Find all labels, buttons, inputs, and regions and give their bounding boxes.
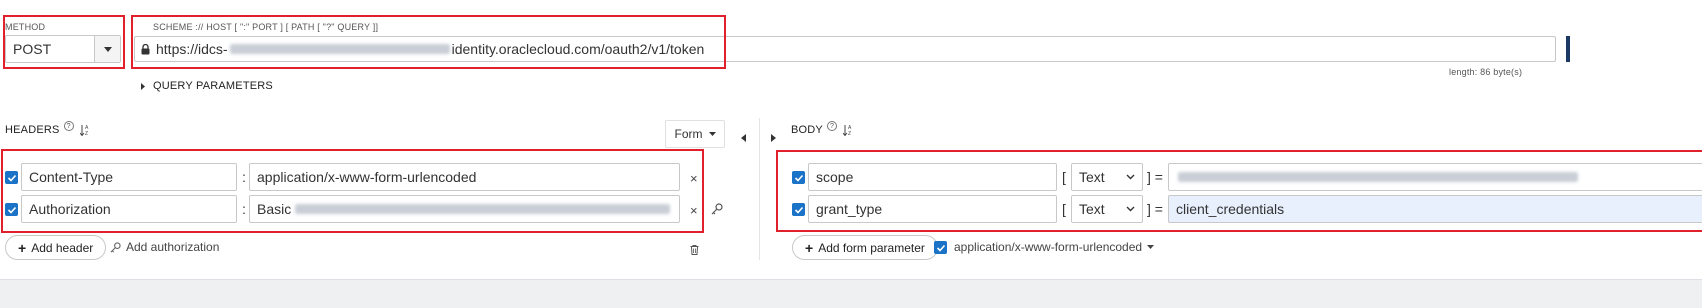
bottom-divider [0, 279, 1702, 308]
body-row-1-value[interactable] [1168, 163, 1702, 191]
header-row-2-remove-icon[interactable]: × [690, 203, 698, 218]
header-row-1-key[interactable]: Content-Type [21, 163, 237, 191]
url-send-edge [1566, 36, 1570, 62]
content-type-checkbox[interactable] [934, 241, 947, 254]
body-row-2-type-select[interactable]: Text [1071, 195, 1143, 223]
method-select[interactable]: POST [5, 35, 121, 63]
headers-title: HEADERS [5, 124, 60, 136]
header-row-1-checkbox[interactable] [5, 171, 18, 184]
url-suffix: identity.oraclecloud.com/oauth2/v1/token [451, 41, 705, 57]
body-row-1-open-bracket: [ [1062, 169, 1066, 185]
header-row-2-key-text: Authorization [29, 201, 111, 217]
trash-icon[interactable] [690, 242, 699, 260]
header-row-1-key-text: Content-Type [29, 169, 114, 185]
caret-down-icon [708, 132, 716, 136]
body-row-2-type-value: Text [1079, 201, 1105, 217]
header-row-2-key[interactable]: Authorization [21, 195, 237, 223]
add-header-label: Add header [31, 240, 94, 255]
chevron-down-icon [1126, 174, 1135, 180]
body-title-row: BODY ? AZ [791, 121, 854, 136]
add-authorization-label: Add authorization [126, 240, 220, 254]
lock-icon [141, 43, 150, 55]
header-row-1-remove-icon[interactable]: × [690, 171, 698, 186]
headers-title-row: HEADERS ? AZ [5, 121, 91, 136]
header-row-2-checkbox[interactable] [5, 203, 18, 216]
content-type-label: application/x-www-form-urlencoded [954, 240, 1143, 254]
body-row-1-checkbox[interactable] [792, 171, 805, 184]
query-parameters-label: QUERY PARAMETERS [153, 80, 273, 92]
headers-form-button[interactable]: Form [665, 120, 725, 148]
header-row-2-value-text: Basic [257, 201, 292, 217]
url-length: length: 86 byte(s) [1449, 67, 1523, 77]
add-authorization-link[interactable]: Add authorization [110, 240, 219, 254]
svg-text:Z: Z [85, 131, 88, 136]
sort-az-icon[interactable]: AZ [842, 124, 854, 136]
header-row-2-value[interactable]: Basic [249, 195, 680, 223]
body-row-2-key[interactable]: grant_type [808, 195, 1057, 223]
key-icon[interactable] [711, 202, 723, 220]
add-header-button[interactable]: + Add header [5, 235, 107, 260]
url-redacted [229, 44, 450, 54]
svg-text:Z: Z [848, 131, 851, 136]
collapse-right-icon[interactable] [771, 129, 776, 147]
body-row-1-type-select[interactable]: Text [1071, 163, 1143, 191]
body-row-2-key-text: grant_type [816, 201, 883, 217]
caret-down-icon [1147, 245, 1155, 249]
body-row-1-type-value: Text [1079, 169, 1105, 185]
url-input[interactable]: https://idcs- identity.oraclecloud.com/o… [134, 36, 1556, 62]
help-icon[interactable]: ? [63, 121, 74, 131]
key-icon [110, 241, 121, 253]
body-row-1-key[interactable]: scope [808, 163, 1057, 191]
sort-az-icon[interactable]: AZ [79, 124, 91, 136]
body-row-2-open-bracket: [ [1062, 201, 1066, 217]
caret-right-icon [141, 82, 145, 90]
body-row-1-close-bracket: ] = [1147, 169, 1163, 185]
content-type-select[interactable]: application/x-www-form-urlencoded [954, 240, 1155, 254]
header-row-1-value-text: application/x-www-form-urlencoded [257, 169, 477, 185]
body-row-1-key-text: scope [816, 169, 854, 185]
help-icon[interactable]: ? [826, 121, 837, 131]
header-row-1-value[interactable]: application/x-www-form-urlencoded [249, 163, 680, 191]
add-form-parameter-button[interactable]: + Add form parameter [792, 235, 938, 260]
header-row-2-separator: : [242, 201, 246, 217]
form-label: Form [674, 127, 703, 141]
add-form-parameter-label: Add form parameter [818, 240, 925, 255]
body-row-1-value-redacted [1178, 172, 1578, 182]
body-row-2-close-bracket: ] = [1147, 201, 1163, 217]
collapse-left-icon[interactable] [741, 129, 746, 147]
chevron-down-icon [1126, 206, 1135, 212]
body-row-2-checkbox[interactable] [792, 203, 805, 216]
header-row-1-separator: : [242, 169, 246, 185]
url-scheme-label: SCHEME :// HOST [ ":" PORT ] [ PATH [ "?… [153, 22, 379, 32]
method-label: METHOD [5, 22, 46, 32]
plus-icon: + [805, 239, 814, 256]
panel-divider[interactable] [759, 118, 760, 260]
method-value: POST [13, 41, 52, 57]
plus-icon: + [18, 239, 27, 256]
header-row-2-value-redacted [295, 204, 670, 214]
body-row-2-value[interactable]: client_credentials [1168, 195, 1702, 223]
body-title: BODY [791, 124, 823, 136]
url-prefix: https://idcs- [156, 41, 228, 57]
body-row-2-value-text: client_credentials [1176, 201, 1285, 217]
caret-down-icon [94, 36, 120, 62]
query-parameters-toggle[interactable]: QUERY PARAMETERS [141, 80, 273, 92]
